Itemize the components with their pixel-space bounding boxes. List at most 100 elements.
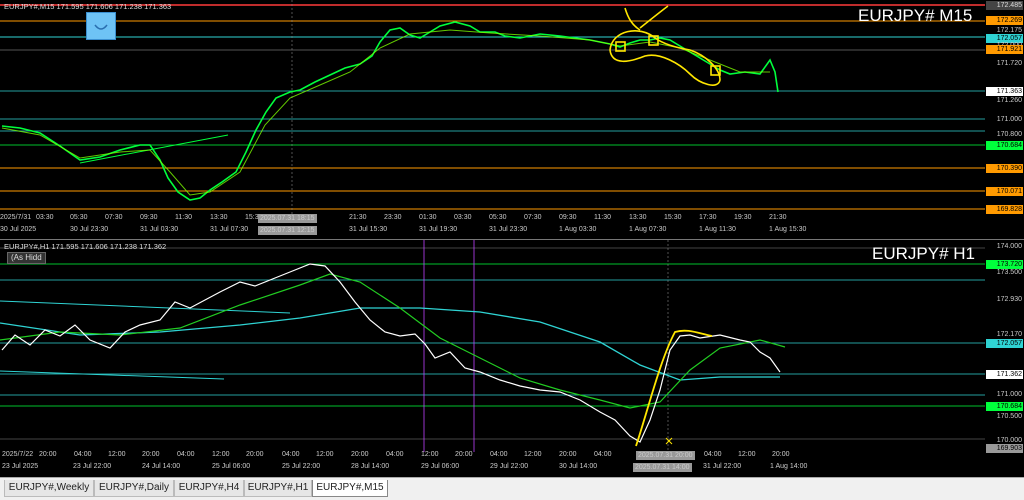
time-tick: 04:00	[386, 451, 404, 458]
date-tick: 29 Jul 22:00	[490, 463, 529, 470]
date-highlight: 2025.07.31 14:00	[633, 463, 692, 472]
time-tick: 21:30	[769, 214, 787, 221]
tab-eurjpy-weekly[interactable]: EURJPY#,Weekly	[4, 480, 94, 497]
price-label: 171.000	[996, 391, 1022, 398]
date-highlight: 2025.07.31 12:15	[258, 226, 317, 235]
time-tick: 05:30	[489, 214, 507, 221]
time-tick: 2025/7/31	[0, 214, 32, 221]
chart-tab-bar: EURJPY#,Weekly EURJPY#,Daily EURJPY#,H4 …	[0, 477, 1024, 500]
chart-h1-panel[interactable]: EURJPY#,H1 171.595 171.606 171.238 171.3…	[0, 240, 1024, 476]
price-label: 173.500	[996, 269, 1022, 276]
date-tick: 1 Aug 14:00	[770, 463, 808, 470]
price-label: 171.260	[996, 97, 1022, 104]
as-hidden-button[interactable]: (As Hidd	[7, 252, 46, 264]
time-tick: 20:00	[455, 451, 473, 458]
price-tag: 169.903	[986, 444, 1023, 453]
time-tick: 17:30	[699, 214, 717, 221]
price-tag: 170.390	[986, 164, 1023, 173]
time-tick: 12:00	[316, 451, 334, 458]
date-tick: 29 Jul 06:00	[421, 463, 460, 470]
chart-m15-panel[interactable]: EURJPY#,M15 171.595 171.606 171.238 171.…	[0, 0, 1024, 239]
time-tick: 04:00	[74, 451, 92, 458]
date-tick: 23 Jul 22:00	[73, 463, 112, 470]
date-tick: 31 Jul 07:30	[210, 226, 249, 233]
chart-m15-canvas[interactable]	[0, 0, 1024, 239]
time-tick: 12:00	[421, 451, 439, 458]
time-tick: 04:00	[177, 451, 195, 458]
date-tick: 25 Jul 06:00	[212, 463, 251, 470]
time-tick: 09:30	[140, 214, 158, 221]
ohlc-readout: EURJPY#,H1 171.595 171.606 171.238 171.3…	[4, 242, 167, 251]
tab-eurjpy-daily[interactable]: EURJPY#,Daily	[94, 480, 174, 497]
price-label: 171.720	[996, 60, 1022, 67]
price-tag: 170.684	[986, 402, 1023, 411]
price-tag: 172.485	[986, 1, 1023, 10]
price-tag: 171.362	[986, 370, 1023, 379]
date-tick: 1 Aug 03:30	[559, 226, 597, 233]
time-tick: 20:00	[39, 451, 57, 458]
time-tick: 15:30	[664, 214, 682, 221]
date-tick: 30 Jul 23:30	[70, 226, 109, 233]
price-label: 174.000	[996, 243, 1022, 250]
time-tick: 15:3	[245, 214, 259, 221]
tab-eurjpy-m15[interactable]: EURJPY#,M15	[312, 480, 388, 497]
price-label: 170.000	[996, 437, 1022, 444]
time-tick: 04:00	[490, 451, 508, 458]
date-tick: 31 Jul 23:30	[489, 226, 528, 233]
time-tick: 07:30	[524, 214, 542, 221]
time-tick: 20:00	[142, 451, 160, 458]
date-tick: 31 Jul 03:30	[140, 226, 179, 233]
time-tick: 03:30	[454, 214, 472, 221]
date-tick: 23 Jul 2025	[2, 463, 39, 470]
ohlc-readout: EURJPY#,M15 171.595 171.606 171.238 171.…	[4, 2, 172, 11]
price-label: 171.000	[996, 116, 1022, 123]
price-tag: 172.057	[986, 339, 1023, 348]
price-tag: 170.684	[986, 141, 1023, 150]
time-tick: 04:00	[704, 451, 722, 458]
price-tag: 173.720	[986, 260, 1023, 269]
time-tick: 04:00	[594, 451, 612, 458]
time-tick: 20:00	[559, 451, 577, 458]
date-tick: 31 Jul 19:30	[419, 226, 458, 233]
smiley-icon[interactable]	[86, 12, 116, 40]
time-tick: 01:30	[419, 214, 437, 221]
time-tick: 19:30	[734, 214, 752, 221]
tab-eurjpy-h4[interactable]: EURJPY#,H4	[174, 480, 244, 497]
time-tick: 20:00	[246, 451, 264, 458]
time-tick: 11:30	[175, 214, 192, 221]
price-label: 170.800	[996, 131, 1022, 138]
tab-eurjpy-h1[interactable]: EURJPY#,H1	[244, 480, 312, 497]
price-label: 172.175	[996, 27, 1022, 34]
time-tick: 12:00	[524, 451, 542, 458]
time-tick: 2025/7/22	[2, 451, 34, 458]
time-tick: 20:00	[351, 451, 369, 458]
date-tick: 1 Aug 07:30	[629, 226, 667, 233]
time-tick: 13:30	[629, 214, 647, 221]
time-tick: 13:30	[210, 214, 228, 221]
time-tick: 05:30	[70, 214, 88, 221]
date-tick: 31 Jul 15:30	[349, 226, 388, 233]
time-highlight: 2025.07.31 18:15	[258, 214, 317, 223]
time-tick: 09:30	[559, 214, 577, 221]
chart-h1-title: EURJPY# H1	[872, 244, 975, 263]
time-tick: 03:30	[36, 214, 54, 221]
price-tag: 169.828	[986, 205, 1023, 214]
time-tick: 12:00	[108, 451, 126, 458]
price-tag: 172.269	[986, 16, 1023, 25]
date-tick: 30 Jul 2025	[0, 226, 37, 233]
time-tick: 12:00	[738, 451, 756, 458]
time-tick: 23:30	[384, 214, 402, 221]
time-tick: 21:30	[349, 214, 367, 221]
date-tick: 1 Aug 15:30	[769, 226, 807, 233]
time-highlight: 2025.07.31 20:00	[636, 451, 695, 460]
price-label: 172.170	[996, 331, 1022, 338]
time-tick: 11:30	[594, 214, 611, 221]
chart-m15-title: EURJPY# M15	[858, 6, 973, 25]
chart-h1-canvas[interactable]	[0, 240, 1024, 476]
date-tick: 1 Aug 11:30	[699, 226, 736, 233]
date-tick: 31 Jul 22:00	[703, 463, 742, 470]
date-tick: 25 Jul 22:00	[282, 463, 321, 470]
date-tick: 28 Jul 14:00	[351, 463, 390, 470]
price-tag: 171.921	[986, 45, 1023, 54]
price-label: 170.500	[996, 413, 1022, 420]
